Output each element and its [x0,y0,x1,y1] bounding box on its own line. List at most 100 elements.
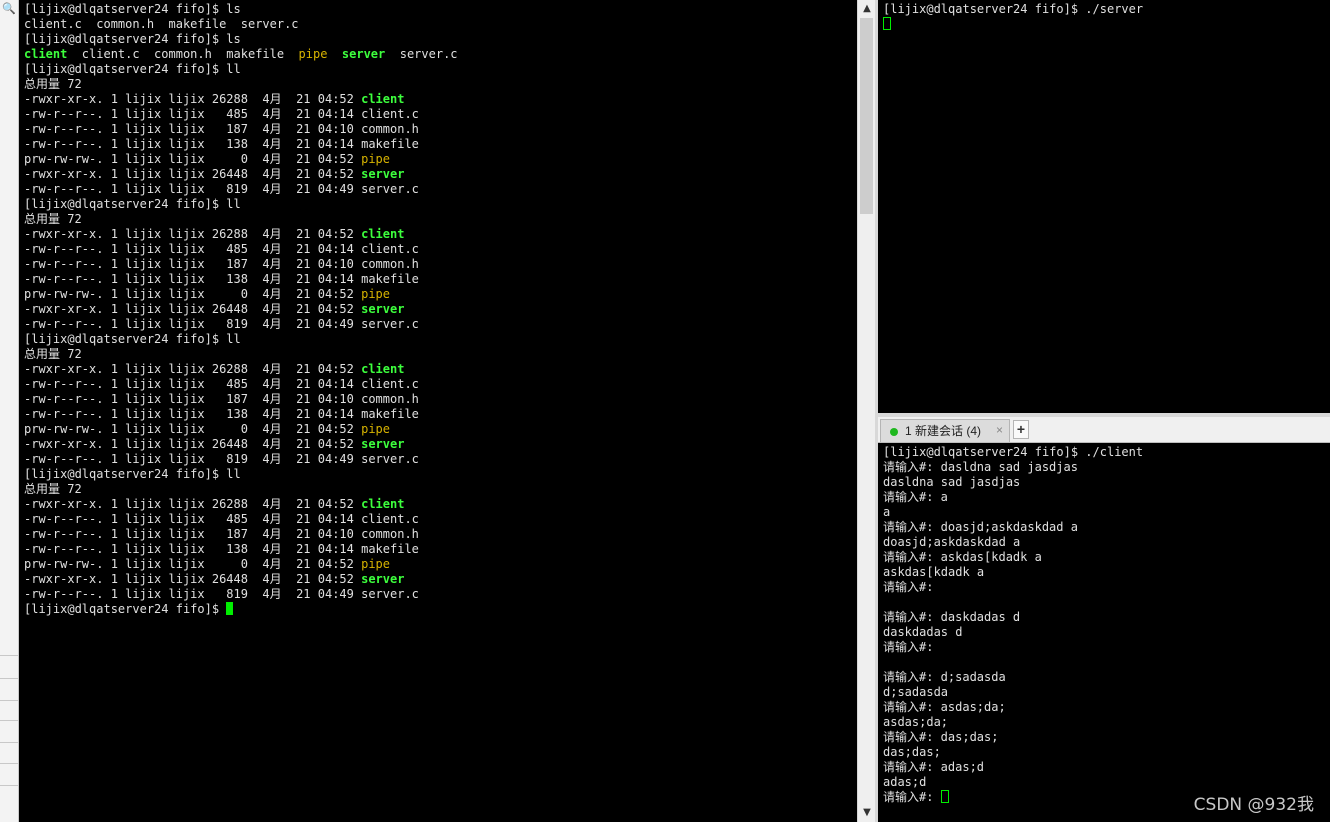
terminal-text: 请输入#: doasjd;askdaskdad a [883,520,1078,534]
terminal-text: 请输入#: askdas[kdadk a [883,550,1042,564]
terminal-text: das;das; [883,745,941,759]
terminal-line: -rw-r--r--. 1 lijix lijix 187 4月 21 04:1… [24,257,458,272]
terminal-line: prw-rw-rw-. 1 lijix lijix 0 4月 21 04:52 … [24,422,458,437]
terminal-text: [lijix@dlqatserver24 fifo]$ ll [24,62,241,76]
terminal-line: [lijix@dlqatserver24 fifo]$ ll [24,332,458,347]
terminal-text: [lijix@dlqatserver24 fifo]$ ./server [883,2,1144,16]
terminal-line: [lijix@dlqatserver24 fifo]$ ll [24,467,458,482]
terminal-text: 总用量 72 [24,77,82,91]
scrollbar-thumb[interactable] [860,18,873,214]
terminal-line: adas;d [883,775,1143,790]
terminal-line: -rwxr-xr-x. 1 lijix lijix 26448 4月 21 04… [24,437,458,452]
scroll-up-arrow-icon[interactable]: ▲ [858,0,876,18]
terminal-line: [lijix@dlqatserver24 fifo]$ ll [24,62,458,77]
terminal-line: -rw-r--r--. 1 lijix lijix 138 4月 21 04:1… [24,542,458,557]
terminal-line: client client.c common.h makefile pipe s… [24,47,458,62]
terminal-line: -rw-r--r--. 1 lijix lijix 138 4月 21 04:1… [24,407,458,422]
terminal-text: prw-rw-rw-. 1 lijix lijix 0 4月 21 04:52 [24,152,362,166]
terminal-text: -rwxr-xr-x. 1 lijix lijix 26448 4月 21 04… [24,437,362,451]
fifo-filename: pipe [361,422,391,436]
terminal-text: 请输入#: dasldna sad jasdjas [883,460,1078,474]
terminal-line: client.c common.h makefile server.c [24,17,458,32]
terminal-line: daskdadas d [883,625,1143,640]
terminal-text: 请输入#: adas;d [883,760,985,774]
strip-divider [0,720,18,721]
session-tab-label: 1 新建会话 (4) [905,424,982,438]
terminal-line: [lijix@dlqatserver24 fifo]$ ll [24,197,458,212]
left-terminal-pane[interactable]: [lijix@dlqatserver24 fifo]$ ls client.c c… [19,0,857,822]
terminal-text: -rwxr-xr-x. 1 lijix lijix 26448 4月 21 04… [24,572,362,586]
add-tab-button[interactable]: + [1013,420,1029,439]
terminal-line: -rwxr-xr-x. 1 lijix lijix 26288 4月 21 04… [24,227,458,242]
terminal-line: 请输入#: daskdadas d [883,610,1143,625]
terminal-text: askdas[kdadk a [883,565,985,579]
terminal-text: -rw-r--r--. 1 lijix lijix 187 4月 21 04:1… [24,392,419,406]
scroll-down-arrow-icon[interactable]: ▼ [858,804,876,822]
terminal-text: prw-rw-rw-. 1 lijix lijix 0 4月 21 04:52 [24,557,362,571]
executable-filename: client [24,47,68,61]
terminal-text: -rw-r--r--. 1 lijix lijix 187 4月 21 04:1… [24,257,419,271]
strip-divider [0,678,18,679]
terminal-line: d;sadasda [883,685,1143,700]
terminal-text: -rwxr-xr-x. 1 lijix lijix 26448 4月 21 04… [24,302,362,316]
terminal-text: 总用量 72 [24,347,82,361]
server-terminal-pane[interactable]: [lijix@dlqatserver24 fifo]$ ./server [878,0,1330,413]
terminal-line: -rw-r--r--. 1 lijix lijix 187 4月 21 04:1… [24,122,458,137]
terminal-line: 请输入#: doasjd;askdaskdad a [883,520,1143,535]
terminal-text: -rw-r--r--. 1 lijix lijix 819 4月 21 04:4… [24,317,419,331]
terminal-text: -rwxr-xr-x. 1 lijix lijix 26288 4月 21 04… [24,92,362,106]
fifo-filename: pipe [298,47,328,61]
terminal-text: a [883,505,891,519]
close-tab-icon[interactable]: × [996,422,1003,438]
terminal-line [883,17,1143,32]
text-cursor [226,602,234,615]
terminal-text: -rw-r--r--. 1 lijix lijix 485 4月 21 04:1… [24,377,419,391]
terminal-text: client.c common.h makefile server.c [24,17,299,31]
terminal-line: 请输入#: asdas;da; [883,700,1143,715]
left-terminal-scrollbar[interactable]: ▲ ▼ [857,0,876,822]
strip-divider [0,700,18,701]
terminal-line: 请输入#: das;das; [883,730,1143,745]
strip-divider [0,655,18,656]
terminal-line: [lijix@dlqatserver24 fifo]$ [24,602,458,617]
client-terminal-pane[interactable]: [lijix@dlqatserver24 fifo]$ ./client 请输入#… [878,443,1330,822]
terminal-text: 总用量 72 [24,212,82,226]
terminal-line: [lijix@dlqatserver24 fifo]$ ls [24,2,458,17]
session-tab-bar: 1 新建会话 (4) × + [878,417,1330,443]
terminal-text: -rw-r--r--. 1 lijix lijix 485 4月 21 04:1… [24,242,419,256]
terminal-text: -rw-r--r--. 1 lijix lijix 187 4月 21 04:1… [24,527,419,541]
terminal-line: [lijix@dlqatserver24 fifo]$ ls [24,32,458,47]
terminal-text: 请输入#: asdas;da; [883,700,1006,714]
terminal-text: -rwxr-xr-x. 1 lijix lijix 26288 4月 21 04… [24,362,362,376]
terminal-text: [lijix@dlqatserver24 fifo]$ ll [24,332,241,346]
terminal-line: -rw-r--r--. 1 lijix lijix 819 4月 21 04:4… [24,182,458,197]
watermark: CSDN @932我 [1193,795,1314,815]
terminal-text: -rw-r--r--. 1 lijix lijix 138 4月 21 04:1… [24,542,419,556]
terminal-line: -rwxr-xr-x. 1 lijix lijix 26288 4月 21 04… [24,362,458,377]
terminal-line: doasjd;askdaskdad a [883,535,1143,550]
session-tab[interactable]: 1 新建会话 (4) × [880,419,1010,442]
terminal-line: 请输入#: a [883,490,1143,505]
terminal-text: [lijix@dlqatserver24 fifo]$ ls [24,2,241,16]
terminal-text: -rw-r--r--. 1 lijix lijix 485 4月 21 04:1… [24,512,419,526]
terminal-line: 请输入#: [883,790,1143,805]
terminal-text: -rw-r--r--. 1 lijix lijix 819 4月 21 04:4… [24,182,419,196]
text-cursor [883,17,891,30]
executable-filename: server [361,437,405,451]
fifo-filename: pipe [361,287,391,301]
terminal-line: prw-rw-rw-. 1 lijix lijix 0 4月 21 04:52 … [24,287,458,302]
text-cursor [940,790,949,803]
terminal-line: 请输入#: askdas[kdadk a [883,550,1143,565]
terminal-text: 总用量 72 [24,482,82,496]
terminal-line: -rw-r--r--. 1 lijix lijix 187 4月 21 04:1… [24,392,458,407]
terminal-line: 总用量 72 [24,77,458,92]
search-icon[interactable]: 🔍 [2,2,16,15]
executable-filename: server [361,302,405,316]
terminal-text: [lijix@dlqatserver24 fifo]$ [24,602,227,616]
terminal-text: -rw-r--r--. 1 lijix lijix 187 4月 21 04:1… [24,122,419,136]
terminal-line: -rw-r--r--. 1 lijix lijix 485 4月 21 04:1… [24,242,458,257]
terminal-text: client.c common.h makefile [67,47,299,61]
terminal-text: -rw-r--r--. 1 lijix lijix 819 4月 21 04:4… [24,452,419,466]
terminal-text: -rw-r--r--. 1 lijix lijix 138 4月 21 04:1… [24,272,419,286]
